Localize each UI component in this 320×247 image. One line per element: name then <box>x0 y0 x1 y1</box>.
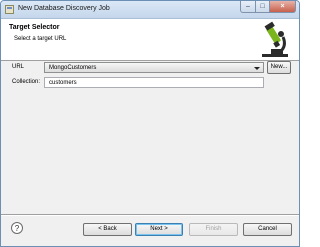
url-combo[interactable]: MongoCustomers <box>44 62 264 73</box>
maximize-button[interactable]: □ <box>256 1 270 13</box>
page-description: Select a target URL <box>14 36 67 42</box>
back-button[interactable]: < Back <box>83 223 132 236</box>
app-window-icon <box>5 5 14 14</box>
wizard-header: Target Selector Select a target URL <box>1 19 299 61</box>
title-bar[interactable]: New Database Discovery Job – □ × <box>1 1 299 19</box>
collection-input-value: customers <box>49 80 77 86</box>
cancel-button[interactable]: Cancel <box>243 223 292 236</box>
finish-button: Finish <box>189 223 238 236</box>
minimize-button[interactable]: – <box>240 1 256 13</box>
new-url-button[interactable]: New... <box>267 61 291 74</box>
collection-label: Collection: <box>12 79 41 85</box>
microscope-icon <box>262 21 288 57</box>
url-label: URL <box>12 64 25 70</box>
close-button[interactable]: × <box>270 1 296 13</box>
chevron-down-icon <box>254 67 260 70</box>
window-title: New Database Discovery Job <box>18 5 110 12</box>
collection-input[interactable]: customers <box>44 77 264 88</box>
url-combo-value: MongoCustomers <box>49 65 97 71</box>
help-button[interactable]: ? <box>11 222 23 234</box>
next-button[interactable]: Next > <box>135 223 183 236</box>
dialog-window: New Database Discovery Job – □ × Target … <box>0 0 300 247</box>
window-controls: – □ × <box>240 1 296 13</box>
page-title: Target Selector <box>9 24 60 31</box>
footer-divider-highlight <box>1 215 299 216</box>
